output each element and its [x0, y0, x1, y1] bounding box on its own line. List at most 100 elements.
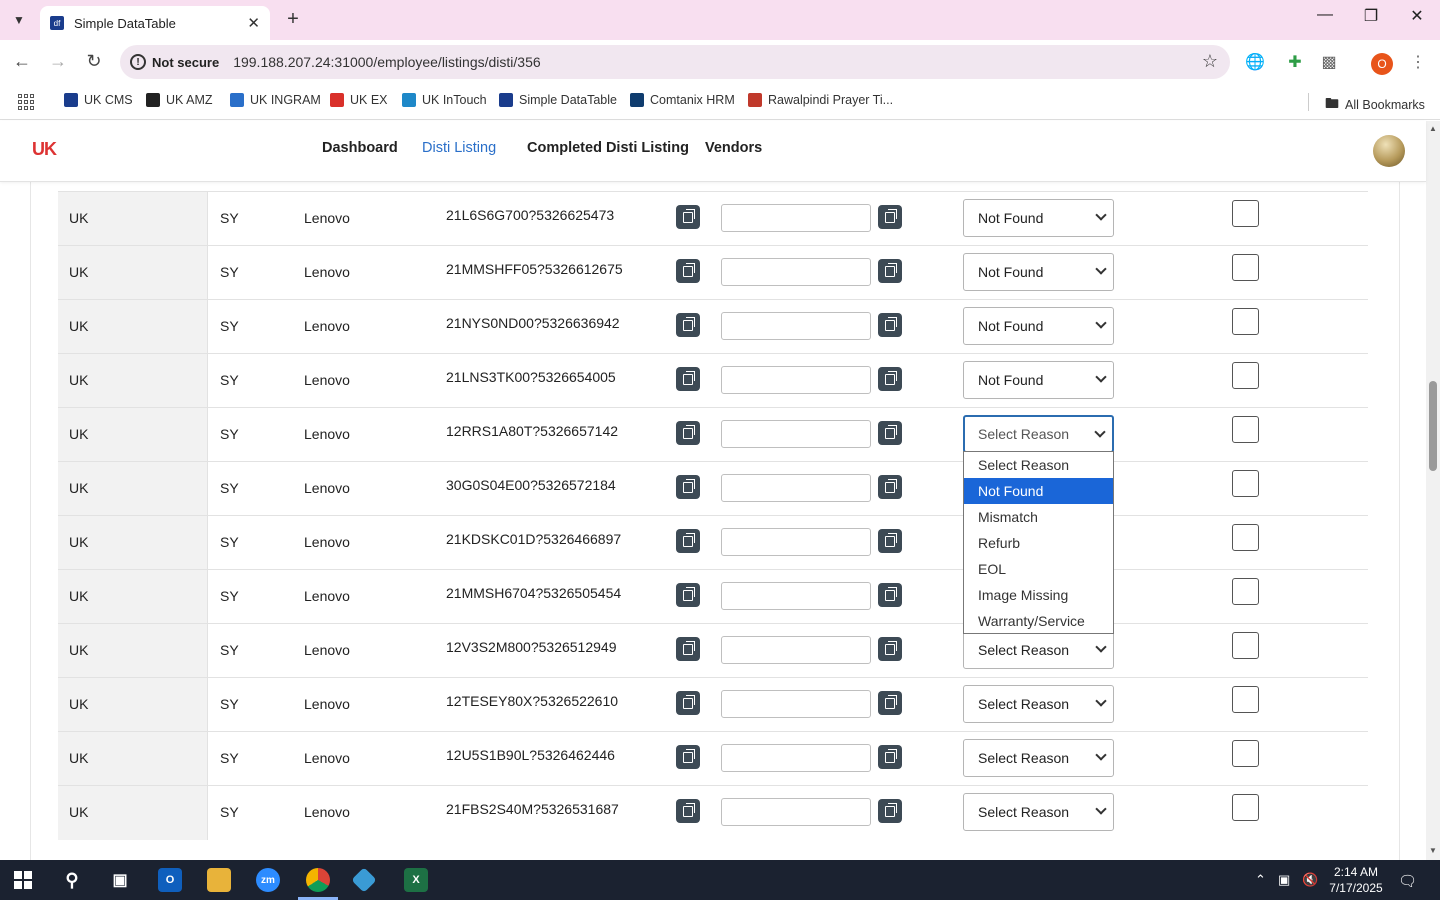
- copy-input-button[interactable]: [878, 367, 902, 391]
- row-checkbox[interactable]: [1232, 524, 1259, 551]
- row-checkbox[interactable]: [1232, 740, 1259, 767]
- row-checkbox[interactable]: [1232, 578, 1259, 605]
- extension-puzzle-green-icon[interactable]: ✚: [1284, 52, 1306, 72]
- back-arrow-icon[interactable]: ←: [11, 51, 33, 72]
- reason-dropdown-list[interactable]: Select Reason Not Found Mismatch Refurb EOL I…: [963, 451, 1114, 634]
- value-input[interactable]: [721, 366, 871, 394]
- bookmark-item[interactable]: UK EX: [330, 93, 388, 107]
- copy-sku-button[interactable]: [676, 529, 700, 553]
- value-input[interactable]: [721, 744, 871, 772]
- reason-select[interactable]: Not Found: [963, 199, 1114, 237]
- browser-tab[interactable]: df Simple DataTable ✕: [40, 6, 270, 40]
- reload-icon[interactable]: ↻: [83, 51, 105, 72]
- value-input[interactable]: [721, 528, 871, 556]
- copy-input-button[interactable]: [878, 637, 902, 661]
- copy-sku-button[interactable]: [676, 367, 700, 391]
- bookmark-item[interactable]: UK INGRAM: [230, 93, 321, 107]
- copy-input-button[interactable]: [878, 691, 902, 715]
- tray-chevron-icon[interactable]: ⌃: [1255, 872, 1266, 888]
- row-checkbox[interactable]: [1232, 200, 1259, 227]
- user-avatar[interactable]: [1373, 135, 1405, 167]
- copy-sku-button[interactable]: [676, 799, 700, 823]
- new-tab-icon[interactable]: +: [282, 8, 304, 31]
- restore-window-icon[interactable]: ❐: [1359, 6, 1383, 26]
- security-status[interactable]: Not secure: [152, 55, 219, 70]
- close-tab-icon[interactable]: ✕: [247, 14, 260, 32]
- excel-icon[interactable]: X: [404, 868, 428, 892]
- value-input[interactable]: [721, 690, 871, 718]
- file-explorer-icon[interactable]: [207, 868, 231, 892]
- network-icon[interactable]: ▣: [1278, 872, 1290, 888]
- reason-option[interactable]: Select Reason: [964, 452, 1113, 478]
- copy-sku-button[interactable]: [676, 637, 700, 661]
- apps-grid-icon[interactable]: [18, 94, 34, 110]
- notifications-icon[interactable]: 🗨: [1398, 872, 1417, 890]
- copy-input-button[interactable]: [878, 529, 902, 553]
- nav-vendors[interactable]: Vendors: [705, 140, 762, 156]
- uk-logo[interactable]: UK: [32, 139, 57, 160]
- reason-select[interactable]: Select Reason: [963, 793, 1114, 831]
- taskbar-clock[interactable]: 2:14 AM 7/17/2025: [1322, 864, 1390, 896]
- nav-dashboard[interactable]: Dashboard: [322, 140, 398, 156]
- copy-sku-button[interactable]: [676, 421, 700, 445]
- reason-select[interactable]: Select Reason: [963, 739, 1114, 777]
- copy-sku-button[interactable]: [676, 583, 700, 607]
- outlook-icon[interactable]: O: [158, 868, 182, 892]
- value-input[interactable]: [721, 312, 871, 340]
- value-input[interactable]: [721, 204, 871, 232]
- forward-arrow-icon[interactable]: →: [47, 51, 69, 72]
- reason-option[interactable]: Image Missing: [964, 582, 1113, 608]
- scroll-down-icon[interactable]: ▼: [1429, 846, 1437, 855]
- translate-icon[interactable]: 🌐: [1244, 52, 1266, 72]
- volume-muted-icon[interactable]: 🔇: [1302, 872, 1318, 888]
- row-checkbox[interactable]: [1232, 470, 1259, 497]
- row-checkbox[interactable]: [1232, 416, 1259, 443]
- reason-option[interactable]: Not Found: [964, 478, 1113, 504]
- value-input[interactable]: [721, 636, 871, 664]
- copy-input-button[interactable]: [878, 799, 902, 823]
- address-bar[interactable]: ! Not secure 199.188.207.24:31000/employ…: [120, 45, 1230, 79]
- warning-icon[interactable]: !: [130, 54, 146, 70]
- reason-option[interactable]: Mismatch: [964, 504, 1113, 530]
- page-scrollbar[interactable]: ▲ ▼: [1426, 121, 1440, 860]
- copy-input-button[interactable]: [878, 313, 902, 337]
- task-view-icon[interactable]: ▣: [108, 868, 132, 892]
- bookmark-star-icon[interactable]: ☆: [1202, 51, 1218, 72]
- url-text[interactable]: 199.188.207.24:31000/employee/listings/d…: [233, 54, 540, 70]
- reason-option[interactable]: Warranty/Service: [964, 608, 1113, 634]
- copy-input-button[interactable]: [878, 745, 902, 769]
- copy-input-button[interactable]: [878, 205, 902, 229]
- tab-search-chevron-icon[interactable]: ▼: [6, 8, 32, 32]
- value-input[interactable]: [721, 258, 871, 286]
- nav-completed-disti-listing[interactable]: Completed Disti Listing: [527, 140, 689, 156]
- bookmark-item[interactable]: UK CMS: [64, 93, 133, 107]
- reason-option[interactable]: Refurb: [964, 530, 1113, 556]
- copy-sku-button[interactable]: [676, 205, 700, 229]
- copy-sku-button[interactable]: [676, 691, 700, 715]
- minimize-icon[interactable]: —: [1313, 6, 1337, 24]
- reason-select[interactable]: Select Reason: [963, 631, 1114, 669]
- value-input[interactable]: [721, 798, 871, 826]
- copy-sku-button[interactable]: [676, 745, 700, 769]
- bookmark-item[interactable]: UK InTouch: [402, 93, 487, 107]
- value-input[interactable]: [721, 474, 871, 502]
- row-checkbox[interactable]: [1232, 686, 1259, 713]
- scroll-up-icon[interactable]: ▲: [1429, 124, 1437, 133]
- chrome-icon[interactable]: [306, 868, 330, 892]
- reason-select[interactable]: Not Found: [963, 307, 1114, 345]
- close-window-icon[interactable]: ✕: [1405, 6, 1429, 26]
- value-input[interactable]: [721, 582, 871, 610]
- windows-start-icon[interactable]: [14, 871, 32, 889]
- scrollbar-thumb[interactable]: [1429, 381, 1437, 471]
- menu-kebab-icon[interactable]: ⋮: [1407, 52, 1429, 72]
- all-bookmarks-button[interactable]: 🖿 All Bookmarks: [1325, 93, 1425, 117]
- copy-input-button[interactable]: [878, 259, 902, 283]
- row-checkbox[interactable]: [1232, 362, 1259, 389]
- reason-select[interactable]: Select Reason: [963, 415, 1114, 453]
- copy-input-button[interactable]: [878, 421, 902, 445]
- copy-sku-button[interactable]: [676, 259, 700, 283]
- reason-select[interactable]: Not Found: [963, 361, 1114, 399]
- bookmark-item[interactable]: Rawalpindi Prayer Ti...: [748, 93, 893, 107]
- value-input[interactable]: [721, 420, 871, 448]
- row-checkbox[interactable]: [1232, 632, 1259, 659]
